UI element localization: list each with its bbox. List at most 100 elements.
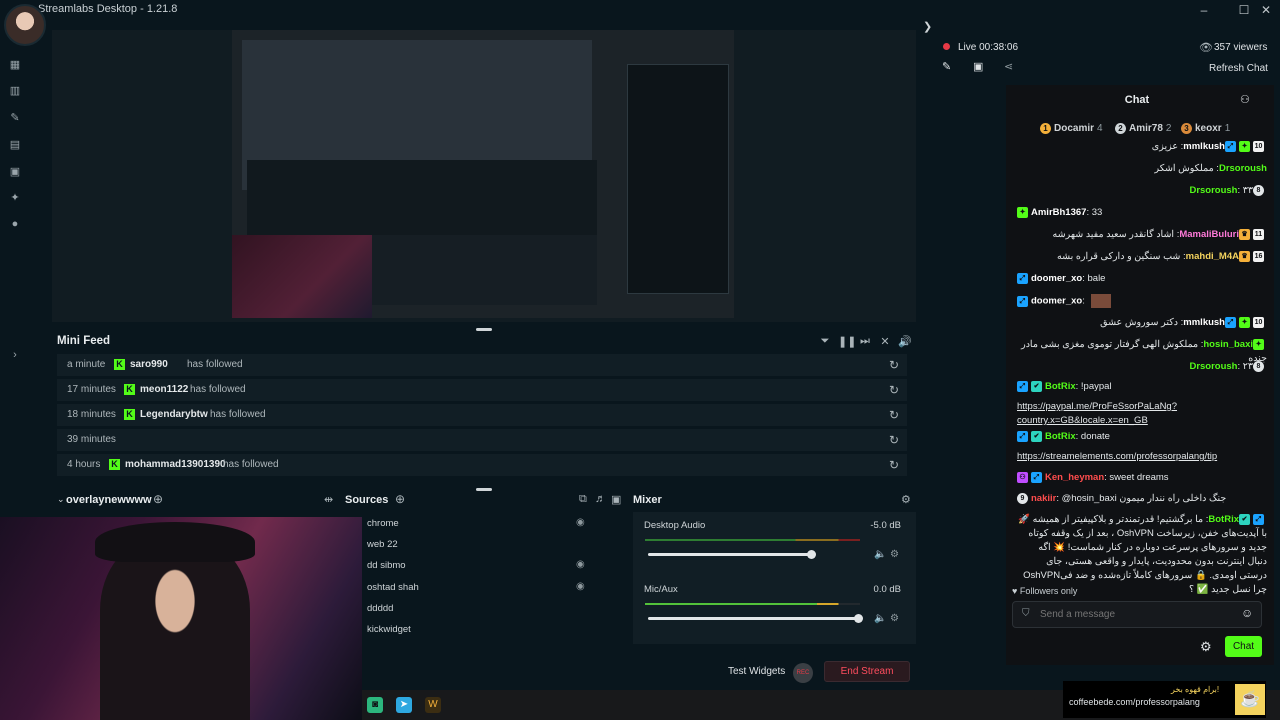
source-group-icon[interactable]: ⧉	[579, 493, 587, 506]
avatar[interactable]	[4, 4, 46, 46]
mute-alerts-icon[interactable]: ✕	[878, 335, 892, 349]
studio-icon[interactable]: ▥	[8, 84, 22, 98]
source-item[interactable]: kickwidget	[367, 624, 411, 635]
source-item[interactable]: oshtad shah	[367, 582, 419, 593]
filter-icon[interactable]: ⏷	[818, 335, 832, 349]
test-widgets-button[interactable]: Test Widgets	[728, 666, 785, 677]
chat-username[interactable]: hosin_baxi	[1203, 339, 1253, 350]
replay-icon[interactable]: ↻	[889, 458, 899, 472]
chat-users-icon[interactable]: ⚇	[1240, 93, 1250, 106]
replay-icon[interactable]: ↻	[889, 433, 899, 447]
chat-username[interactable]: mmlkush	[1183, 317, 1225, 328]
apps-icon[interactable]: ▣	[8, 165, 22, 179]
source-item[interactable]: web 22	[367, 539, 398, 550]
replay-icon[interactable]: ↻	[889, 383, 899, 397]
add-scene-icon[interactable]: ⊕	[153, 492, 163, 506]
feed-action: has followed	[190, 384, 246, 395]
store-icon[interactable]: ▤	[8, 138, 22, 152]
chat-username[interactable]: doomer_xo	[1031, 273, 1082, 284]
themes-icon[interactable]: ✎	[8, 111, 22, 125]
volume-icon[interactable]: 🔊	[898, 335, 912, 349]
volume-slider-thumb[interactable]	[806, 550, 816, 559]
collapse-icon[interactable]: ❯	[923, 20, 932, 33]
chat-username[interactable]: nakiir	[1031, 493, 1056, 504]
chat-text: دکتر سوروش عشق	[1100, 317, 1178, 328]
top-chatter: 3 keoxr 1	[1181, 123, 1230, 134]
visibility-icon[interactable]: ◉	[576, 559, 585, 570]
rank-badge: 3	[1181, 123, 1192, 134]
game-taskbar-icon[interactable]: W	[425, 697, 441, 713]
chat-username[interactable]: BotRix	[1045, 431, 1076, 442]
refresh-chat-button[interactable]: Refresh Chat	[1209, 63, 1268, 74]
chat-link[interactable]: https://paypal.me/ProFeSsorPaLaNg?countr…	[1017, 401, 1177, 426]
gear-icon[interactable]: ⚙	[901, 493, 911, 506]
minimize-button[interactable]: –	[1196, 2, 1212, 18]
gear-icon[interactable]: ⚙	[890, 613, 899, 624]
chat-text: ۳۳	[1242, 185, 1253, 196]
mute-icon[interactable]: 🔈	[874, 613, 886, 624]
chat-messages: 10✦⤢mmlkush: عزیزی Drsoroush: مملکوش اشکر…	[1006, 140, 1268, 595]
replay-icon[interactable]: ↻	[889, 358, 899, 372]
chat-message: ⤢ ✔ BotRix: donate	[1017, 430, 1267, 444]
chat-username[interactable]: Ken_heyman	[1045, 472, 1104, 483]
chat-message: https://paypal.me/ProFeSsorPaLaNg?countr…	[1017, 400, 1267, 428]
expand-icon[interactable]: ›	[8, 348, 22, 362]
scene-collection-title[interactable]: overlaynewwww	[66, 494, 152, 506]
close-button[interactable]: ✕	[1258, 2, 1274, 18]
chat-send-button[interactable]: Chat	[1225, 636, 1262, 657]
mute-icon[interactable]: 🔈	[874, 549, 886, 560]
highlighter-icon[interactable]: ✦	[8, 191, 22, 205]
pause-icon[interactable]: ❚❚	[838, 335, 856, 349]
chat-username[interactable]: Drsoroush	[1189, 361, 1237, 372]
share-icon[interactable]: ⋖	[1004, 60, 1013, 73]
preview-nested-webcam	[232, 235, 372, 318]
add-source-icon[interactable]: ⊕	[395, 492, 405, 506]
resize-handle[interactable]	[476, 328, 492, 331]
volume-slider[interactable]	[648, 617, 858, 620]
chat-username[interactable]: doomer_xo	[1031, 296, 1082, 307]
volume-slider-thumb[interactable]	[854, 614, 863, 623]
end-stream-button[interactable]: End Stream	[824, 661, 910, 682]
dock-icon[interactable]: ▣	[973, 60, 983, 73]
gear-icon[interactable]: ⚙	[890, 549, 899, 560]
rank-badge: 1	[1040, 123, 1051, 134]
visibility-icon[interactable]: ◉	[576, 517, 585, 528]
volume-slider[interactable]	[648, 553, 811, 556]
source-item[interactable]: dd sibmo	[367, 560, 406, 571]
sub-months-badge: 16	[1253, 250, 1264, 262]
chat-username[interactable]: mmlkush	[1183, 141, 1225, 152]
chat-settings-icon[interactable]: ⚙	[1200, 639, 1212, 655]
chat-username[interactable]: MamaliBuluri	[1179, 229, 1239, 240]
replay-icon[interactable]: ↻	[889, 408, 899, 422]
chat-text: اشاد گانقدر سعید مفید شهرشه	[1052, 229, 1175, 240]
source-audio-icon[interactable]: ♬	[595, 493, 606, 505]
chat-username[interactable]: AmirBh1367	[1031, 207, 1086, 218]
visibility-icon[interactable]: ◉	[576, 581, 585, 592]
skip-icon[interactable]: ⏭	[858, 335, 872, 349]
source-item[interactable]: chrome	[367, 518, 399, 529]
channel-name: Mic/Aux	[644, 584, 678, 595]
edit-icon[interactable]: ✎	[942, 60, 951, 73]
chat-link[interactable]: https://streamelements.com/professorpala…	[1017, 451, 1217, 462]
record-icon[interactable]: ●	[8, 217, 22, 231]
chat-username[interactable]: BotRix	[1045, 381, 1076, 392]
streamer-hat	[95, 522, 255, 562]
chat-username[interactable]: mahdi_M4A	[1186, 251, 1239, 262]
rec-button[interactable]: REC	[793, 663, 813, 683]
feed-row: 4 hours K mohammad13901390 has followed …	[57, 454, 907, 477]
dashboard-icon[interactable]: ▦	[8, 58, 22, 72]
chat-username[interactable]: BotRix	[1208, 514, 1239, 525]
feed-action: has followed	[187, 359, 243, 370]
chat-username[interactable]: Drsoroush	[1189, 185, 1237, 196]
chevron-down-icon[interactable]: ⌄	[57, 494, 65, 505]
streamlabs-taskbar-icon[interactable]: ◙	[367, 697, 383, 713]
chat-username[interactable]: Drsoroush	[1219, 163, 1267, 174]
source-folder-icon[interactable]: ▣	[611, 493, 621, 506]
chat-text: 33	[1091, 207, 1103, 218]
source-item[interactable]: ddddd	[367, 603, 393, 614]
chat-message-input[interactable]	[1040, 605, 1235, 624]
telegram-taskbar-icon[interactable]: ➤	[396, 697, 412, 713]
chat-text: !paypal	[1080, 381, 1112, 392]
emoji-icon[interactable]: ☺	[1241, 606, 1253, 620]
maximize-button[interactable]: ☐	[1236, 2, 1252, 18]
